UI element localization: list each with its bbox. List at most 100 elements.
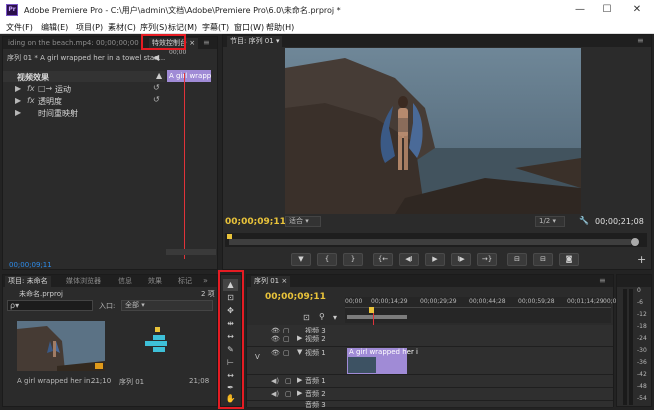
- mini-scrollbar[interactable]: [166, 249, 216, 255]
- tab-program-label: 节目: 序列 01: [230, 37, 274, 45]
- lock-icon[interactable]: ▢: [285, 390, 292, 398]
- close-button[interactable]: ✕: [627, 3, 647, 17]
- sequence-icon[interactable]: [143, 327, 173, 357]
- go-to-in-button[interactable]: {←: [373, 253, 393, 266]
- expand-arrow-icon[interactable]: ▶: [15, 84, 21, 93]
- step-forward-button[interactable]: I▶: [451, 253, 471, 266]
- program-monitor-panel: 节目: 序列 01 ▾ ≡ 00;00;09;11 适合 ▾ 1/2 ▾ 🔧 0…: [222, 34, 652, 270]
- go-to-out-button[interactable]: →}: [477, 253, 497, 266]
- speaker-icon[interactable]: ◀): [271, 390, 279, 398]
- step-back-button[interactable]: ◀I: [399, 253, 419, 266]
- tab-effects[interactable]: 效果: [145, 276, 165, 287]
- meter-label: -24: [637, 335, 647, 342]
- effect-row-opacity[interactable]: ▶ fx 透明度 ↺: [3, 95, 165, 107]
- effect-row-motion[interactable]: ▶ fx □→ 运动 ↺: [3, 83, 165, 95]
- tab-info[interactable]: 信息: [115, 276, 135, 287]
- extract-button[interactable]: ⊟: [533, 253, 553, 266]
- menu-clip[interactable]: 素材(C): [108, 22, 136, 33]
- menu-title[interactable]: 字幕(T): [202, 22, 229, 33]
- clip-thumbnail[interactable]: [17, 321, 105, 371]
- effect-row-time-remap[interactable]: ▶ 时间重映射: [3, 107, 165, 119]
- menu-marker[interactable]: 标记(M): [168, 22, 197, 33]
- track-row-a2[interactable]: ◀) ▢ ▶ 音频 2: [247, 388, 613, 401]
- lift-button[interactable]: ⊟: [507, 253, 527, 266]
- menu-edit[interactable]: 编辑(E): [41, 22, 68, 33]
- effect-label: 时间重映射: [38, 109, 78, 118]
- lock-icon[interactable]: ▢: [283, 349, 290, 357]
- add-button[interactable]: +: [637, 253, 646, 266]
- maximize-button[interactable]: ☐: [597, 3, 617, 17]
- tab-close-icon[interactable]: ×: [281, 277, 287, 285]
- play-button[interactable]: ▶: [425, 253, 445, 266]
- tab-source[interactable]: iding on the beach.mp4: 00;00;00;00: [5, 38, 142, 49]
- reset-icon[interactable]: ↺: [153, 95, 160, 104]
- panel-menu-icon[interactable]: ≡: [599, 276, 606, 285]
- time-ruler[interactable]: 00;00 00;00;14;29 00;00;29;29 00;00;44;2…: [345, 297, 616, 323]
- tab-program[interactable]: 节目: 序列 01 ▾: [227, 36, 283, 47]
- work-area-bar[interactable]: [347, 315, 407, 319]
- effect-controls-timecode[interactable]: 00;00;09;11: [9, 261, 52, 269]
- in-dropdown[interactable]: 全部 ▾: [121, 300, 213, 311]
- v-target-label[interactable]: V: [255, 353, 260, 361]
- zoom-bar[interactable]: [229, 239, 631, 245]
- expand-arrow-icon[interactable]: ▶: [15, 96, 21, 105]
- project-tabbar: 项目: 未命名 媒体浏览器 信息 效果 标记 »: [3, 275, 217, 287]
- zoom-handle[interactable]: [631, 238, 639, 246]
- eye-icon[interactable]: 👁: [271, 335, 280, 343]
- eye-icon[interactable]: 👁: [271, 349, 280, 357]
- collapse-arrow-icon[interactable]: ▼: [297, 348, 302, 356]
- nav-arrow-icon[interactable]: ◀: [153, 53, 159, 62]
- export-frame-button[interactable]: ◙: [559, 253, 579, 266]
- dropdown-icon[interactable]: ▾: [276, 37, 280, 45]
- tab-sequence[interactable]: 序列 01 ×: [251, 276, 291, 287]
- reset-icon[interactable]: ↺: [153, 83, 160, 92]
- menu-file[interactable]: 文件(F): [6, 22, 33, 33]
- clip-duration: 21;10: [91, 377, 112, 385]
- panel-menu-icon[interactable]: ≡: [637, 36, 644, 45]
- track-row-a3[interactable]: 音频 3: [247, 401, 613, 409]
- tab-project[interactable]: 项目: 未命名: [5, 276, 51, 287]
- timeline-timecode[interactable]: 00;00;09;11: [265, 292, 326, 302]
- lock-icon[interactable]: ▢: [285, 377, 292, 385]
- quality-dropdown[interactable]: 1/2 ▾: [535, 216, 565, 227]
- video-frame[interactable]: [285, 48, 581, 214]
- tabs-overflow-icon[interactable]: »: [203, 276, 208, 285]
- speaker-icon[interactable]: ◀): [271, 377, 279, 385]
- menu-help[interactable]: 帮助(H): [266, 22, 294, 33]
- expand-arrow-icon[interactable]: ▶: [297, 334, 302, 342]
- add-marker-icon[interactable]: ▾: [333, 313, 337, 322]
- snap-icon[interactable]: ⊡: [303, 313, 310, 322]
- add-marker-button[interactable]: ▼: [291, 253, 311, 266]
- search-input[interactable]: ρ▾: [7, 300, 93, 311]
- tab-media-browser[interactable]: 媒体浏览器: [63, 276, 104, 287]
- menu-window[interactable]: 窗口(W): [234, 22, 264, 33]
- mark-in-button[interactable]: {: [317, 253, 337, 266]
- tab-markers[interactable]: 标记: [175, 276, 195, 287]
- minimize-button[interactable]: —: [570, 3, 590, 17]
- track-label: 视频 2: [305, 335, 326, 343]
- lock-icon[interactable]: ▢: [283, 335, 290, 343]
- track-row-v2[interactable]: 👁 ▢ ▶ 视频 2: [247, 333, 613, 347]
- track-row-v1[interactable]: V 👁 ▢ ▼ 视频 1 A girl wrapped her i: [247, 347, 613, 375]
- mark-out-button[interactable]: }: [343, 253, 363, 266]
- expand-arrow-icon[interactable]: ▶: [15, 108, 21, 117]
- scrub-bar[interactable]: [225, 233, 647, 247]
- fit-dropdown[interactable]: 适合 ▾: [285, 216, 321, 227]
- expand-arrow-icon[interactable]: ▶: [297, 376, 302, 384]
- menu-project[interactable]: 项目(P): [76, 22, 103, 33]
- track-row-a1[interactable]: ◀) ▢ ▶ 音频 1: [247, 375, 613, 388]
- fx-icon: fx: [27, 96, 35, 105]
- marker-icon[interactable]: ⚲: [319, 312, 325, 321]
- meter-label: -42: [637, 371, 647, 378]
- in-label: 入口:: [99, 302, 116, 310]
- mini-clip[interactable]: A girl wrappe: [167, 70, 211, 82]
- expand-arrow-icon[interactable]: ▶: [297, 389, 302, 397]
- menu-sequence[interactable]: 序列(S): [140, 22, 167, 33]
- project-item-count: 2 项: [201, 290, 215, 298]
- timeline-clip[interactable]: A girl wrapped her i: [347, 348, 418, 374]
- collapse-icon[interactable]: ▲: [156, 71, 162, 80]
- program-timecode[interactable]: 00;00;09;11: [225, 217, 286, 227]
- tab-close-icon[interactable]: ×: [189, 39, 195, 47]
- settings-wrench-icon[interactable]: 🔧: [579, 216, 589, 225]
- panel-menu-icon[interactable]: ≡: [203, 38, 210, 47]
